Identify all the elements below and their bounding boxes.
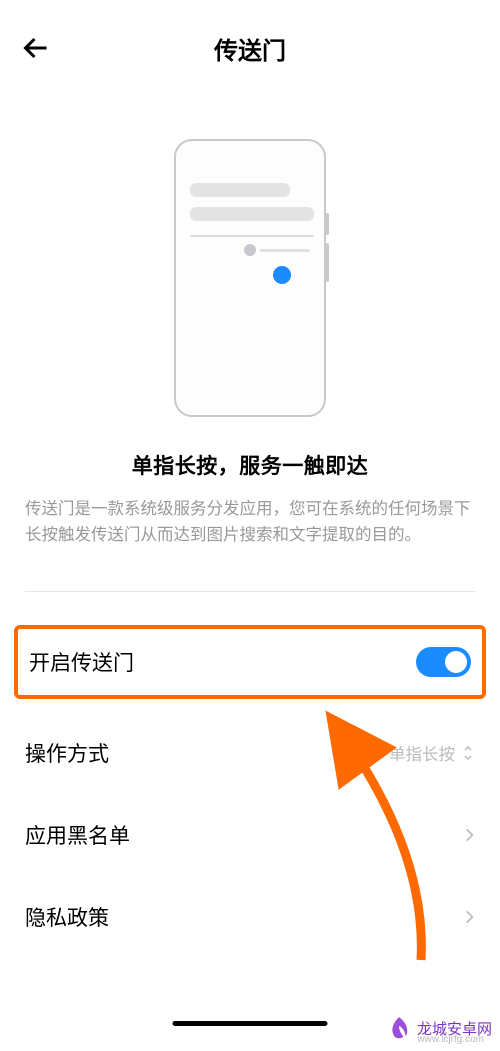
illustration xyxy=(0,139,500,417)
operation-method-row[interactable]: 操作方式 单指长按 xyxy=(25,725,475,781)
back-icon[interactable] xyxy=(18,30,54,66)
operation-method-label: 操作方式 xyxy=(25,738,109,768)
privacy-policy-row[interactable]: 隐私政策 xyxy=(25,889,475,945)
app-blacklist-row[interactable]: 应用黑名单 xyxy=(25,807,475,863)
app-blacklist-label: 应用黑名单 xyxy=(25,820,130,850)
divider xyxy=(25,591,475,592)
phone-frame-icon xyxy=(174,139,326,417)
illustration-caption: 单指长按，服务一触即达 xyxy=(0,450,500,480)
header: 传送门 xyxy=(0,0,500,84)
chevron-right-icon xyxy=(463,908,475,926)
enable-portal-label: 开启传送门 xyxy=(29,647,134,677)
watermark-url: www.lcjrfg.com xyxy=(417,1034,484,1045)
watermark: 龙城安卓网 www.lcjrfg.com xyxy=(386,1015,492,1041)
illustration-description: 传送门是一款系统级服务分发应用，您可在系统的任何场景下长按触发传送门从而达到图片… xyxy=(0,480,500,549)
chevron-right-icon xyxy=(463,826,475,844)
watermark-logo-icon xyxy=(386,1015,412,1041)
enable-portal-row[interactable]: 开启传送门 xyxy=(14,625,486,699)
page-title: 传送门 xyxy=(214,31,286,66)
up-down-chevron-icon xyxy=(461,743,475,763)
enable-portal-toggle[interactable] xyxy=(416,647,471,677)
home-indicator[interactable] xyxy=(173,1021,328,1026)
settings-list: 开启传送门 操作方式 单指长按 应用黑名单 隐私政策 xyxy=(0,625,500,945)
operation-method-value: 单指长按 xyxy=(389,741,455,765)
privacy-policy-label: 隐私政策 xyxy=(25,902,109,932)
